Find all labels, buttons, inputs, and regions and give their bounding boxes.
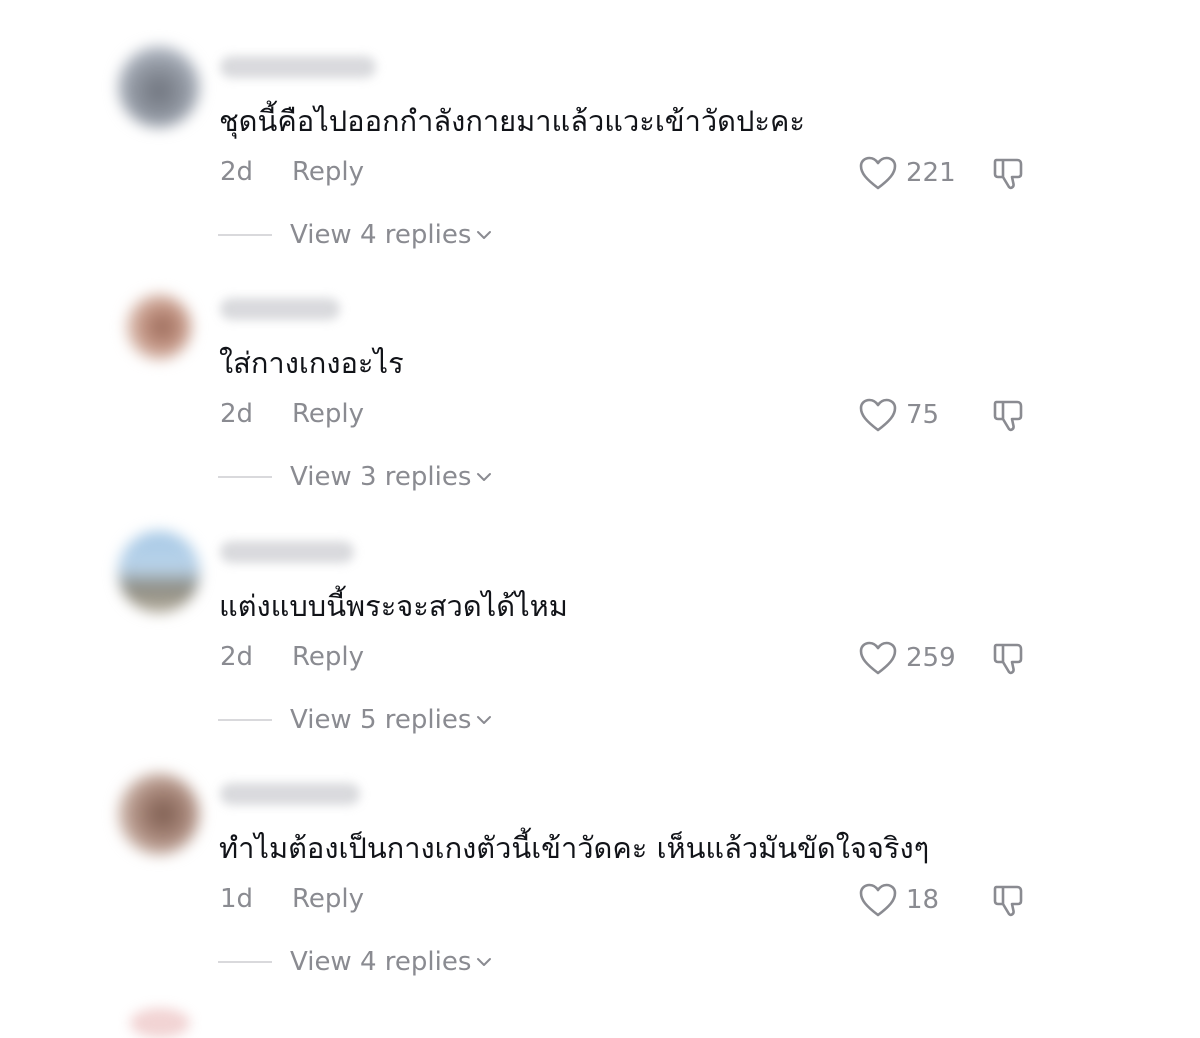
replies-divider [218, 476, 272, 478]
thumbs-down-icon [993, 400, 1023, 432]
view-replies-button[interactable]: View 4 replies [218, 945, 493, 979]
chevron-down-icon [477, 958, 492, 966]
avatar[interactable] [126, 294, 192, 360]
avatar[interactable] [118, 773, 200, 855]
thumbs-down-icon [993, 885, 1023, 917]
heart-outline-icon [859, 156, 897, 190]
avatar[interactable] [118, 46, 200, 128]
comment-text: ชุดนี้คือไปออกกำลังกายมาแล้วแวะเข้าวัดปะ… [219, 104, 805, 138]
reply-button[interactable]: Reply [292, 398, 364, 430]
chevron-down-icon [477, 716, 492, 724]
comment-item: ทำไมต้องเป็นกางเกงตัวนี้เข้าวัดคะ เห็นแล… [0, 773, 1200, 1015]
view-replies-button[interactable]: View 3 replies [218, 460, 493, 494]
thumbs-down-icon [993, 158, 1023, 190]
view-replies-label: View 5 replies [290, 705, 472, 735]
view-replies-button[interactable]: View 4 replies [218, 218, 493, 252]
comment-time: 2d [220, 399, 254, 429]
reply-button[interactable]: Reply [292, 156, 364, 188]
username-blurred[interactable] [220, 56, 376, 78]
like-button[interactable]: 221 [858, 154, 956, 192]
comment-time: 2d [220, 157, 254, 187]
view-replies-label: View 4 replies [290, 220, 472, 250]
like-count: 18 [906, 885, 940, 915]
replies-divider [218, 719, 272, 721]
heart-outline-icon [859, 641, 897, 675]
comment-time: 2d [220, 642, 254, 672]
replies-divider [218, 234, 272, 236]
view-replies-label: View 4 replies [290, 947, 472, 977]
like-button[interactable]: 75 [858, 396, 939, 434]
comment-item: แต่งแบบนี้พระจะสวดได้ไหม 2d Reply 259 Vi… [0, 531, 1200, 773]
reply-button[interactable]: Reply [292, 883, 364, 915]
comment-item: ใส่กางเกงอะไร 2d Reply 75 View 3 replies [0, 288, 1200, 530]
heart-outline-icon [859, 398, 897, 432]
comment-text: ใส่กางเกงอะไร [219, 346, 404, 380]
comment-item: ชุดนี้คือไปออกกำลังกายมาแล้วแวะเข้าวัดปะ… [0, 46, 1200, 288]
reply-button[interactable]: Reply [292, 641, 364, 673]
replies-divider [218, 961, 272, 963]
username-blurred[interactable] [220, 541, 354, 563]
thumbs-down-icon [993, 643, 1023, 675]
chevron-down-icon [477, 473, 492, 481]
like-button[interactable]: 259 [858, 639, 956, 677]
username-blurred[interactable] [220, 298, 340, 320]
avatar-next-comment [130, 1008, 190, 1038]
comment-time: 1d [220, 884, 254, 914]
dislike-button[interactable] [990, 879, 1030, 919]
comment-text: แต่งแบบนี้พระจะสวดได้ไหม [219, 589, 568, 623]
heart-outline-icon [859, 883, 897, 917]
like-button[interactable]: 18 [858, 881, 939, 919]
dislike-button[interactable] [990, 152, 1030, 192]
like-count: 259 [906, 643, 956, 673]
dislike-button[interactable] [990, 394, 1030, 434]
like-count: 75 [906, 400, 940, 430]
username-blurred[interactable] [220, 783, 360, 805]
dislike-button[interactable] [990, 637, 1030, 677]
chevron-down-icon [477, 231, 492, 239]
view-replies-button[interactable]: View 5 replies [218, 703, 493, 737]
comment-text: ทำไมต้องเป็นกางเกงตัวนี้เข้าวัดคะ เห็นแล… [219, 831, 930, 865]
view-replies-label: View 3 replies [290, 462, 472, 492]
avatar[interactable] [118, 531, 200, 613]
like-count: 221 [906, 158, 956, 188]
